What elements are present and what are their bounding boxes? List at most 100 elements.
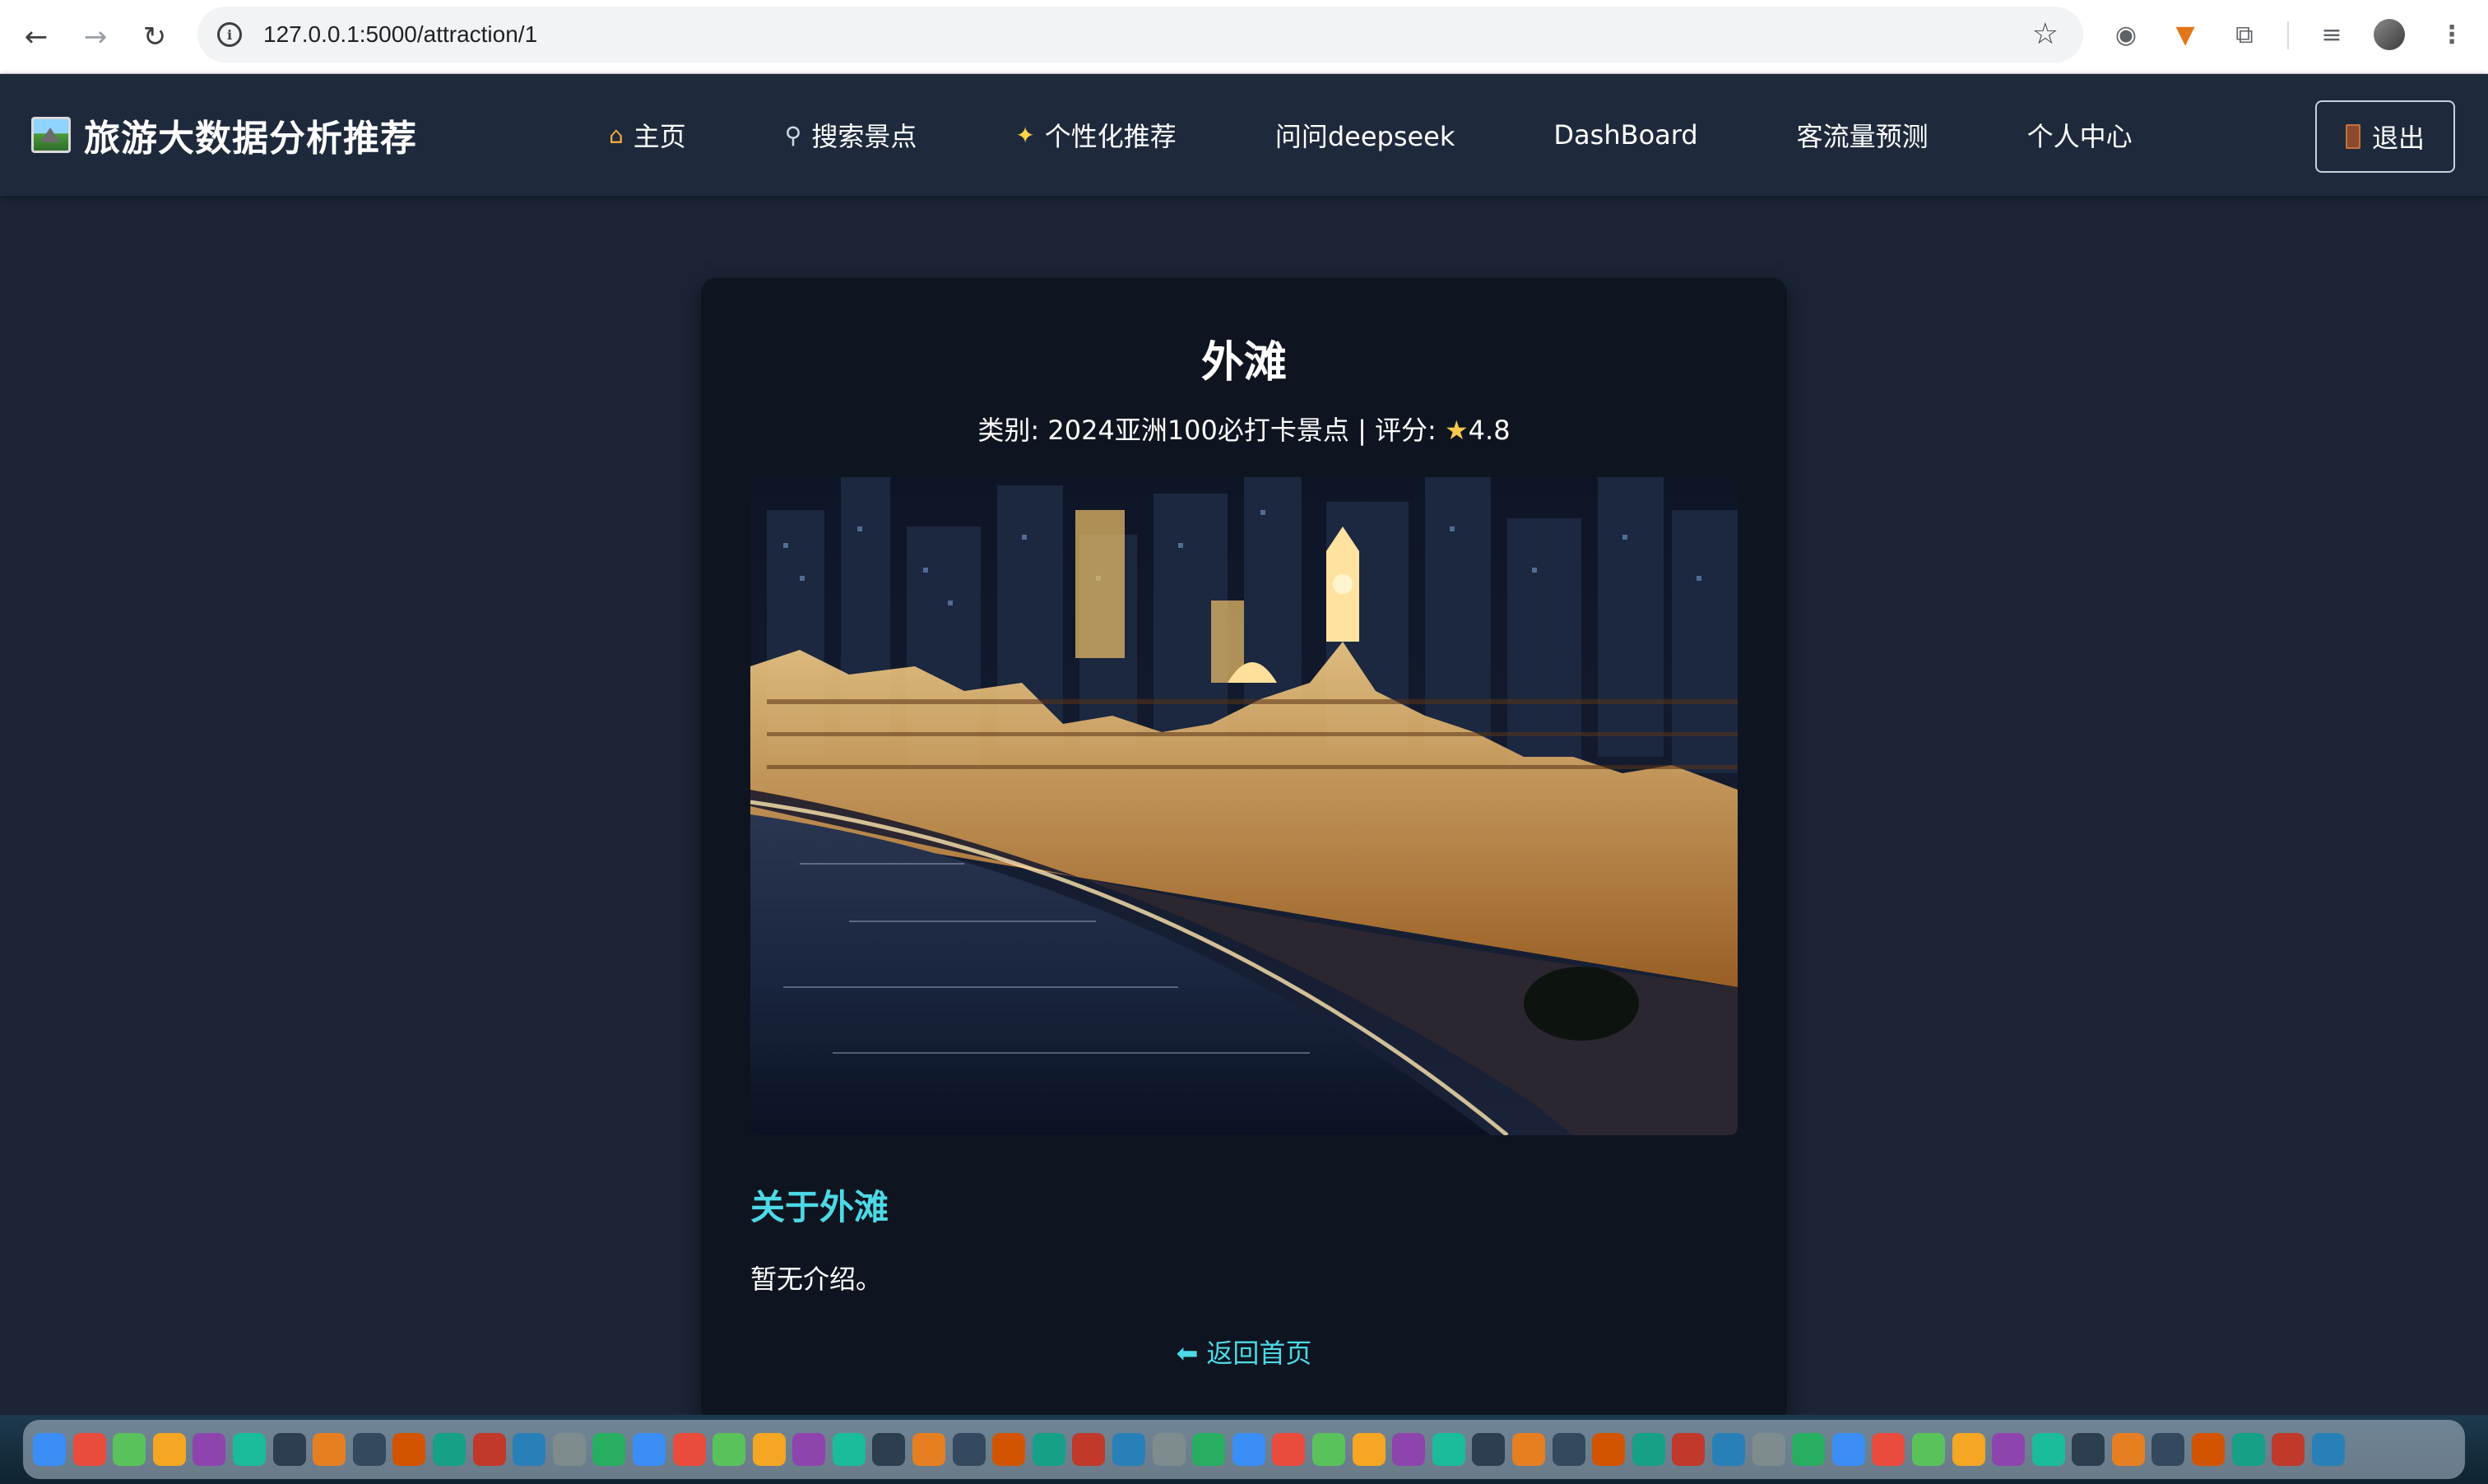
dock-app-icon[interactable] bbox=[752, 1433, 786, 1466]
logout-label: 退出 bbox=[2371, 123, 2425, 154]
dock-app-icon[interactable] bbox=[1511, 1433, 1545, 1466]
dock-app-icon[interactable] bbox=[352, 1433, 386, 1466]
dock-app-icon[interactable] bbox=[592, 1433, 626, 1466]
dock-app-icon[interactable] bbox=[1911, 1433, 1945, 1466]
profile-avatar[interactable] bbox=[2370, 15, 2409, 54]
back-arrow-icon[interactable]: ← bbox=[12, 12, 61, 62]
dock-app-icon[interactable] bbox=[713, 1433, 746, 1466]
nav-deepseek[interactable]: 问问deepseek bbox=[1275, 116, 1455, 154]
dock-app-icon[interactable] bbox=[912, 1433, 946, 1466]
bookmark-star-icon[interactable]: ☆ bbox=[2032, 18, 2059, 51]
dock-app-icon[interactable] bbox=[33, 1433, 66, 1466]
door-icon bbox=[2345, 124, 2360, 149]
dock-app-icon[interactable] bbox=[1192, 1433, 1226, 1466]
attraction-rating: 4.8 bbox=[1468, 415, 1511, 446]
nav-search-label: 搜索景点 bbox=[811, 121, 917, 152]
main-nav: ⌂ 主页 ⚲ 搜索景点 ✦ 个性化推荐 问问deepseek DashBoard… bbox=[609, 109, 2231, 161]
left-arrow-icon: ⬅ bbox=[1176, 1338, 1199, 1369]
dock-app-icon[interactable] bbox=[832, 1433, 866, 1466]
nav-search[interactable]: ⚲ 搜索景点 bbox=[785, 116, 917, 154]
landscape-picture-icon bbox=[31, 117, 71, 153]
media-controls-icon[interactable]: ≡ bbox=[2312, 15, 2351, 54]
nav-home-label: 主页 bbox=[633, 121, 686, 152]
dock-app-icon[interactable] bbox=[2192, 1433, 2226, 1466]
dock-app-icon[interactable] bbox=[2072, 1433, 2105, 1466]
nav-profile[interactable]: 个人中心 bbox=[2027, 116, 2133, 154]
attraction-category: 类别: 2024亚洲100必打卡景点 | 评分: bbox=[977, 415, 1445, 446]
dock-app-icon[interactable] bbox=[272, 1433, 306, 1466]
dock-app-icon[interactable] bbox=[1272, 1433, 1306, 1466]
address-bar[interactable]: i 127.0.0.1:5000/attraction/1 ☆ bbox=[197, 7, 2083, 63]
magnifier-icon: ⚲ bbox=[784, 121, 802, 149]
dock-app-icon[interactable] bbox=[2272, 1433, 2305, 1466]
dock-app-icon[interactable] bbox=[2231, 1433, 2265, 1466]
dock-app-icon[interactable] bbox=[1592, 1433, 1626, 1466]
dock-app-icon[interactable] bbox=[72, 1433, 106, 1466]
nav-home[interactable]: ⌂ 主页 bbox=[609, 116, 686, 154]
dock-app-icon[interactable] bbox=[992, 1433, 1026, 1466]
dock-app-icon[interactable] bbox=[392, 1433, 426, 1466]
site-info-icon[interactable]: i bbox=[217, 22, 242, 47]
dock-app-icon[interactable] bbox=[193, 1433, 226, 1466]
address-url[interactable]: 127.0.0.1:5000/attraction/1 bbox=[263, 21, 537, 48]
nav-recommend[interactable]: ✦ 个性化推荐 bbox=[1015, 116, 1176, 154]
dock-app-icon[interactable] bbox=[1831, 1433, 1865, 1466]
dock-app-icon[interactable] bbox=[1872, 1433, 1905, 1466]
dock-app-icon[interactable] bbox=[1711, 1433, 1745, 1466]
house-icon: ⌂ bbox=[609, 121, 624, 149]
dock-app-icon[interactable] bbox=[1032, 1433, 1065, 1466]
logout-button[interactable]: 退出 bbox=[2315, 100, 2455, 173]
extension-icon[interactable]: ◉ bbox=[2106, 15, 2146, 54]
dock-app-icon[interactable] bbox=[1392, 1433, 1426, 1466]
dock-app-icon[interactable] bbox=[552, 1433, 586, 1466]
dock-app-icon[interactable] bbox=[2151, 1433, 2185, 1466]
nav-profile-label: 个人中心 bbox=[2026, 121, 2133, 152]
macos-dock bbox=[23, 1420, 2465, 1479]
dock-app-icon[interactable] bbox=[1112, 1433, 1146, 1466]
dock-app-icon[interactable] bbox=[152, 1433, 186, 1466]
dock-app-icon[interactable] bbox=[792, 1433, 826, 1466]
nav-recommend-label: 个性化推荐 bbox=[1044, 121, 1177, 152]
dock-app-icon[interactable] bbox=[1152, 1433, 1186, 1466]
dock-app-icon[interactable] bbox=[1232, 1433, 1265, 1466]
dock-app-icon[interactable] bbox=[232, 1433, 266, 1466]
dock-app-icon[interactable] bbox=[1792, 1433, 1826, 1466]
dock-app-icon[interactable] bbox=[472, 1433, 506, 1466]
brand[interactable]: 旅游大数据分析推荐 bbox=[31, 109, 417, 161]
dock-app-icon[interactable] bbox=[632, 1433, 666, 1466]
star-icon: ★ bbox=[1444, 415, 1469, 446]
dock-app-icon[interactable] bbox=[1432, 1433, 1465, 1466]
reload-icon[interactable]: ↻ bbox=[130, 12, 179, 62]
dock-app-icon[interactable] bbox=[1312, 1433, 1345, 1466]
metamask-fox-icon[interactable]: ▼ bbox=[2165, 15, 2205, 54]
about-heading: 关于外滩 bbox=[750, 1187, 889, 1227]
dock-app-icon[interactable] bbox=[1352, 1433, 1386, 1466]
dock-app-icon[interactable] bbox=[872, 1433, 906, 1466]
dock-app-icon[interactable] bbox=[1952, 1433, 1985, 1466]
dock-app-icon[interactable] bbox=[113, 1433, 146, 1466]
dock-app-icon[interactable] bbox=[1072, 1433, 1106, 1466]
dock-app-icon[interactable] bbox=[2031, 1433, 2065, 1466]
back-home-link[interactable]: ⬅ 返回首页 bbox=[701, 1333, 1787, 1370]
dock-app-icon[interactable] bbox=[1992, 1433, 2026, 1466]
forward-arrow-icon[interactable]: → bbox=[71, 12, 120, 62]
back-home-label: 返回首页 bbox=[1206, 1338, 1312, 1369]
dock-app-icon[interactable] bbox=[1752, 1433, 1785, 1466]
nav-forecast[interactable]: 客流量预测 bbox=[1797, 116, 1929, 154]
dock-app-icon[interactable] bbox=[432, 1433, 466, 1466]
dock-app-icon[interactable] bbox=[952, 1433, 986, 1466]
dock-app-icon[interactable] bbox=[1672, 1433, 1706, 1466]
brand-title: 旅游大数据分析推荐 bbox=[84, 118, 417, 160]
dock-app-icon[interactable] bbox=[1472, 1433, 1506, 1466]
dock-app-icon[interactable] bbox=[2311, 1433, 2345, 1466]
dock-app-icon[interactable] bbox=[1632, 1433, 1665, 1466]
dock-app-icon[interactable] bbox=[2111, 1433, 2145, 1466]
nav-dashboard[interactable]: DashBoard bbox=[1553, 119, 1697, 151]
browser-toolbar: ← → ↻ i 127.0.0.1:5000/attraction/1 ☆ ◉ … bbox=[0, 0, 2488, 74]
more-menu-icon[interactable]: ⋮ bbox=[2432, 15, 2472, 54]
dock-app-icon[interactable] bbox=[313, 1433, 346, 1466]
dock-app-icon[interactable] bbox=[513, 1433, 546, 1466]
puzzle-extensions-icon[interactable]: ⧉ bbox=[2225, 15, 2264, 54]
dock-app-icon[interactable] bbox=[672, 1433, 706, 1466]
dock-app-icon[interactable] bbox=[1552, 1433, 1585, 1466]
